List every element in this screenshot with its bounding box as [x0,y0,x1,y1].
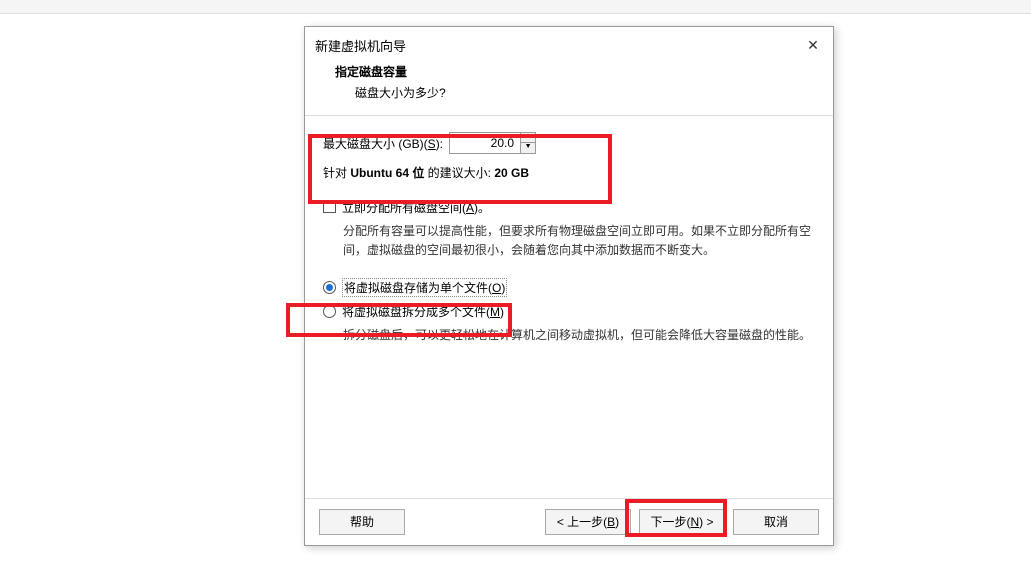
close-icon[interactable]: ✕ [803,35,823,55]
label-text: 立即分配所有磁盘空间( [342,201,466,215]
allocate-description: 分配所有容量可以提高性能，但要求所有物理磁盘空间立即可用。如果不立即分配所有空间… [343,222,815,260]
spinner-up-icon[interactable]: ▲ [521,133,535,143]
label-text: ): [436,137,443,151]
label-text: ) [615,515,619,529]
new-vm-wizard-dialog: 新建虚拟机向导 ✕ 指定磁盘容量 磁盘大小为多少? 最大磁盘大小 (GB)(S)… [304,26,834,546]
label-text: 将虚拟磁盘存储为单个文件( [344,281,492,295]
accelerator-key: S [428,137,436,151]
label-text: 的建议大小: [424,166,494,180]
back-button[interactable]: < 上一步(B) [545,509,631,535]
cancel-button[interactable]: 取消 [733,509,819,535]
disk-size-spinner[interactable]: ▲ ▼ [449,132,536,154]
allocate-now-checkbox-row: 立即分配所有磁盘空间(A)。 [323,199,815,216]
wizard-header: 指定磁盘容量 磁盘大小为多少? [305,61,833,116]
radio-selected-icon [326,284,333,291]
store-single-file-row: 将虚拟磁盘存储为单个文件(O) [323,278,815,297]
disk-size-input[interactable] [450,133,520,153]
store-split-radio[interactable] [323,305,336,318]
dialog-title: 新建虚拟机向导 [315,36,406,55]
split-description: 拆分磁盘后，可以更轻松地在计算机之间移动虚拟机，但可能会降低大容量磁盘的性能。 [343,326,815,345]
wizard-footer: 帮助 < 上一步(B) 下一步(N) > 取消 [305,498,833,545]
label-text: ) > [699,515,713,529]
spinner-buttons: ▲ ▼ [520,133,535,153]
label-text: 将虚拟磁盘拆分成多个文件( [342,305,490,319]
accelerator-key: N [690,515,699,529]
max-disk-size-row: 最大磁盘大小 (GB)(S): ▲ ▼ [323,132,815,154]
accelerator-key: A [466,201,474,215]
store-single-label: 将虚拟磁盘存储为单个文件(O) [342,278,507,297]
titlebar: 新建虚拟机向导 ✕ [305,27,833,61]
label-text: ) [501,281,505,295]
store-split-label: 将虚拟磁盘拆分成多个文件(M) [342,303,504,320]
label-text: 针对 [323,166,350,180]
accelerator-key: B [607,515,615,529]
allocate-now-checkbox[interactable] [323,200,336,213]
recommended-size-row: 针对 Ubuntu 64 位 的建议大小: 20 GB [323,164,815,181]
label-text: ) [500,305,504,319]
help-button[interactable]: 帮助 [319,509,405,535]
os-name: Ubuntu 64 位 [350,166,424,180]
next-button[interactable]: 下一步(N) > [639,509,725,535]
allocate-now-label: 立即分配所有磁盘空间(A)。 [342,199,490,216]
store-split-files-row: 将虚拟磁盘拆分成多个文件(M) [323,303,815,320]
recommended-value: 20 GB [494,166,529,180]
page-subheading: 磁盘大小为多少? [335,84,823,101]
accelerator-key: O [492,281,501,295]
max-disk-label: 最大磁盘大小 (GB)(S): [323,135,443,152]
label-text: 最大磁盘大小 (GB)( [323,137,428,151]
accelerator-key: M [490,305,500,319]
page-heading: 指定磁盘容量 [335,63,823,80]
spinner-down-icon[interactable]: ▼ [521,143,535,153]
label-text: 下一步( [650,515,690,529]
wizard-content: 最大磁盘大小 (GB)(S): ▲ ▼ 针对 Ubuntu 64 位 的建议大小… [305,116,833,498]
store-single-radio[interactable] [323,281,336,294]
label-text: < 上一步( [557,515,607,529]
label-text: )。 [474,201,490,215]
